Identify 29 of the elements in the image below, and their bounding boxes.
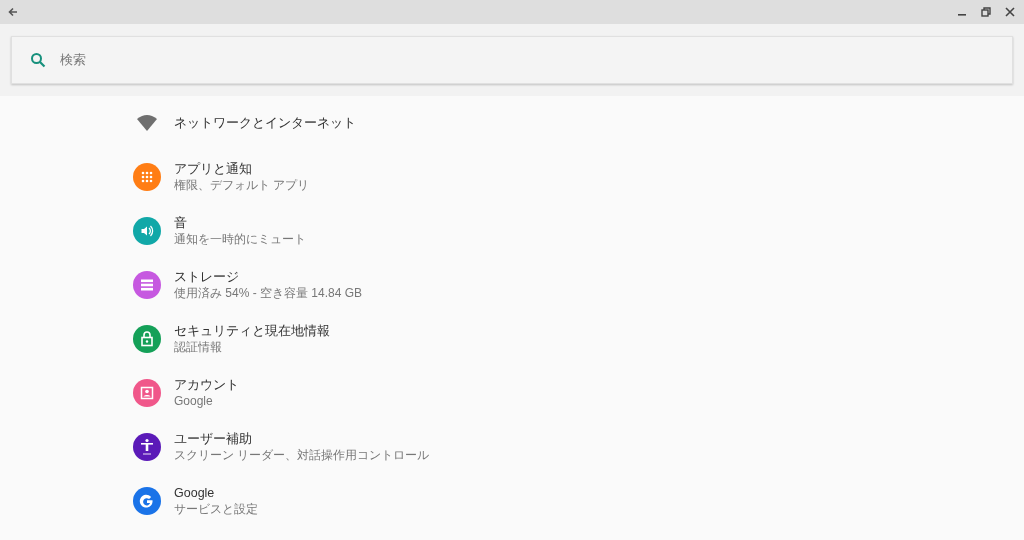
restore-icon[interactable] (981, 7, 991, 17)
item-subtitle: サービスと設定 (174, 501, 258, 517)
back-icon[interactable] (7, 6, 19, 18)
settings-item[interactable]: ネットワークとインターネット (0, 96, 1024, 150)
settings-item[interactable]: セキュリティと現在地情報 認証情報 (0, 312, 1024, 366)
close-icon[interactable] (1005, 7, 1015, 17)
wifi-icon (137, 115, 157, 131)
settings-item[interactable]: Google サービスと設定 (0, 474, 1024, 528)
settings-item[interactable]: ユーザー補助 スクリーン リーダー、対話操作用コントロール (0, 420, 1024, 474)
settings-item[interactable]: 音 通知を一時的にミュート (0, 204, 1024, 258)
item-subtitle: Google (174, 393, 214, 409)
item-subtitle: 通知を一時的にミュート (174, 231, 306, 247)
item-subtitle: 権限、デフォルト アプリ (174, 177, 310, 193)
settings-item[interactable]: アプリと通知 権限、デフォルト アプリ (0, 150, 1024, 204)
item-title: Google (174, 485, 216, 501)
item-title: ユーザー補助 (174, 431, 253, 447)
item-title: アプリと通知 (174, 161, 253, 177)
settings-item[interactable]: アカウント Google (0, 366, 1024, 420)
item-title: ストレージ (174, 269, 240, 285)
item-subtitle: 認証情報 (174, 339, 223, 355)
item-title: アカウント (174, 377, 239, 393)
item-subtitle: スクリーン リーダー、対話操作用コントロール (174, 447, 430, 463)
item-title: 音 (174, 215, 188, 231)
search-icon (30, 52, 46, 68)
item-title: ネットワークとインターネット (174, 115, 356, 131)
item-title: セキュリティと現在地情報 (174, 323, 330, 339)
item-subtitle: 使用済み 54% - 空き容量 14.84 GB (174, 285, 363, 301)
search-field[interactable]: 検索 (11, 36, 1013, 84)
settings-item[interactable]: ストレージ 使用済み 54% - 空き容量 14.84 GB (0, 258, 1024, 312)
